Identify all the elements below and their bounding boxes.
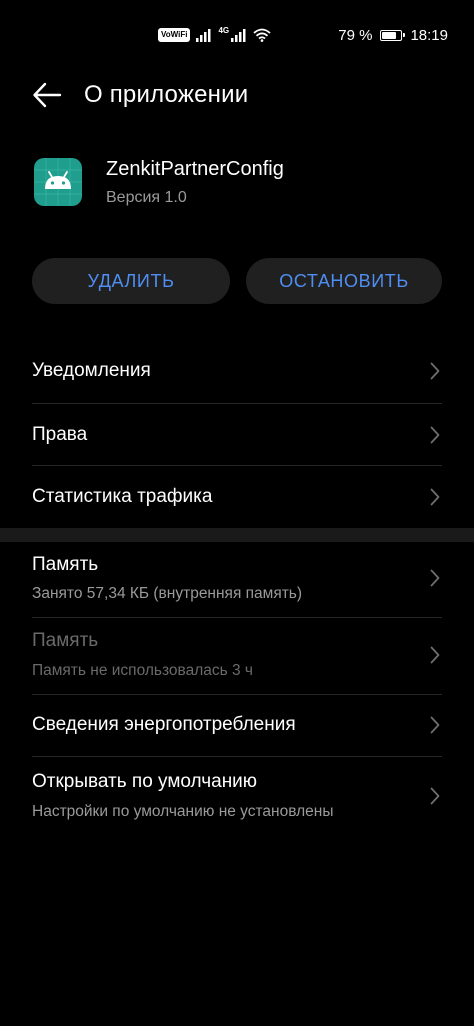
power-usage-item[interactable]: Сведения энергопотребления [32,702,442,754]
battery-percent: 79 % [338,26,373,44]
android-icon [34,158,82,206]
status-icons-left: VoWiFi 4G [158,26,271,44]
status-icons-right: 79 % 18:19 [338,24,448,46]
wifi-icon [253,28,271,42]
battery-icon [380,29,406,41]
app-icon [34,158,82,206]
divider [32,617,442,618]
permissions-item[interactable]: Права [32,414,442,466]
app-version: Версия 1.0 [106,189,187,206]
app-bar: О приложении [0,70,474,120]
chevron-right-icon [430,716,440,734]
section-separator [0,528,474,542]
traffic-stats-label: Статистика трафика [32,486,213,507]
back-button[interactable] [32,82,62,108]
vowifi-badge: VoWiFi [158,28,191,42]
uninstall-button[interactable]: УДАЛИТЬ [32,258,230,304]
app-name: ZenkitPartnerConfig [106,158,284,180]
divider [32,756,442,757]
divider [32,465,442,466]
force-stop-button[interactable]: ОСТАНОВИТЬ [246,258,442,304]
chevron-right-icon [430,362,440,380]
chevron-right-icon [430,569,440,587]
open-by-default-title: Открывать по умолчанию [32,771,258,792]
notifications-label: Уведомления [32,360,151,381]
chevron-right-icon [430,488,440,506]
memory-item[interactable]: Память Память не использовалась 3 ч [32,622,442,692]
storage-item[interactable]: Память Занято 57,34 КБ (внутренняя памят… [32,546,442,616]
memory-title: Память [32,630,99,651]
page-title: О приложении [84,81,249,108]
divider [32,403,442,404]
signal-icon-secondary [231,29,246,42]
notifications-item[interactable]: Уведомления [32,350,442,402]
arrow-left-icon [33,82,62,108]
mobile-data-label: 4G [218,25,230,35]
power-usage-label: Сведения энергопотребления [32,714,296,735]
clock: 18:19 [410,26,448,44]
traffic-stats-item[interactable]: Статистика трафика [32,476,442,528]
open-by-default-item[interactable]: Открывать по умолчанию Настройки по умол… [32,762,442,832]
signal-icon [196,29,211,42]
memory-subtitle: Память не использовалась 3 ч [32,662,254,679]
divider [32,694,442,695]
chevron-right-icon [430,426,440,444]
battery-fill [382,31,397,39]
storage-subtitle: Занято 57,34 КБ (внутренняя память) [32,585,303,602]
storage-title: Память [32,554,99,575]
chevron-right-icon [430,787,440,805]
permissions-label: Права [32,424,88,445]
open-by-default-subtitle: Настройки по умолчанию не установлены [32,803,334,820]
status-bar: VoWiFi 4G 79 % 18:19 [0,0,474,70]
chevron-right-icon [430,646,440,664]
